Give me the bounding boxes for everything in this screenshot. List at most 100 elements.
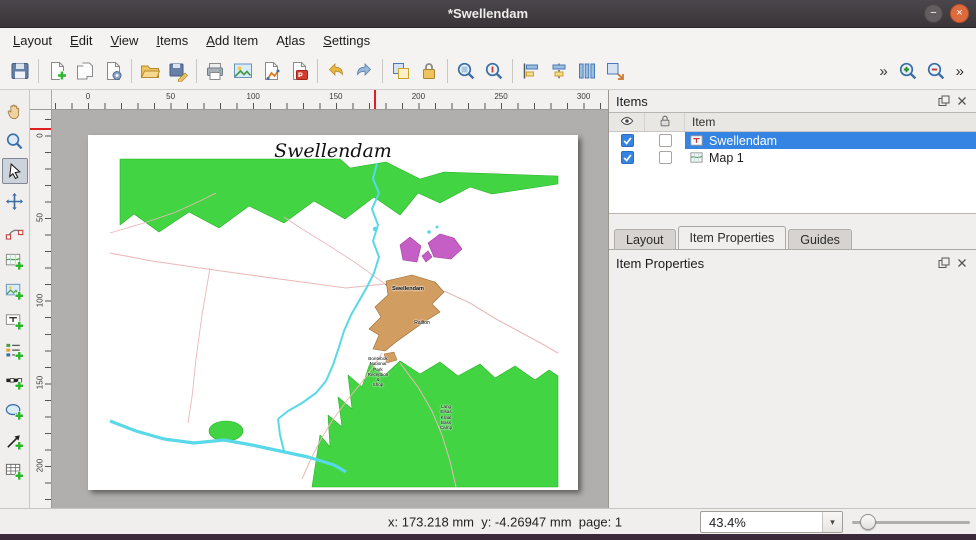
toolbar-new-layout-button[interactable] bbox=[43, 57, 71, 85]
items-panel-title: Items bbox=[616, 94, 648, 109]
toolbar-export-image-button[interactable] bbox=[229, 57, 257, 85]
layout-viewport[interactable]: Swellendam SwellendamRailtonBontebok Nat… bbox=[52, 110, 608, 508]
items-tree-header: Item bbox=[609, 113, 976, 132]
toolbar-layout-manager-button[interactable] bbox=[99, 57, 127, 85]
toolbar-lock-items-button[interactable] bbox=[415, 57, 443, 85]
toolbar-resize-button[interactable] bbox=[601, 57, 629, 85]
lock-checkbox[interactable] bbox=[659, 134, 672, 147]
toolbar-overflow-chevron-2[interactable]: » bbox=[950, 63, 970, 80]
canvas-area: 050100150200250300 050100150200 bbox=[30, 90, 608, 508]
zoom-slider[interactable] bbox=[852, 509, 970, 535]
menu-layout[interactable]: Layout bbox=[4, 30, 61, 51]
items-panel-buttons bbox=[938, 95, 969, 108]
toolbar-align-left-button[interactable] bbox=[517, 57, 545, 85]
close-panel-icon[interactable] bbox=[956, 257, 969, 270]
ruler-number: 200 bbox=[36, 455, 45, 475]
toolbar-separator bbox=[196, 59, 197, 83]
toolbar-export-svg-button[interactable] bbox=[257, 57, 285, 85]
tool-add-map[interactable] bbox=[2, 248, 28, 274]
tool-pan-tool[interactable] bbox=[2, 98, 28, 124]
items-tree-row[interactable]: Map 1 bbox=[609, 149, 976, 166]
menu-settings[interactable]: Settings bbox=[314, 30, 379, 51]
ruler-number: 50 bbox=[166, 92, 175, 101]
combo-dropdown-arrow[interactable]: ▾ bbox=[822, 512, 842, 532]
tool-add-table[interactable] bbox=[2, 458, 28, 484]
toolbar-separator bbox=[38, 59, 39, 83]
tool-zoom-tool[interactable] bbox=[2, 128, 28, 154]
label-item-icon bbox=[689, 133, 704, 148]
window-edge bbox=[0, 534, 976, 540]
item-name-cell[interactable]: Swellendam bbox=[685, 132, 976, 149]
dock-tabs: LayoutItem PropertiesGuides bbox=[609, 226, 976, 250]
menu-add-item[interactable]: Add Item bbox=[197, 30, 267, 51]
toolbar-zoom-out-button[interactable] bbox=[922, 57, 950, 85]
toolbar-separator bbox=[447, 59, 448, 83]
toolbar-open-template-button[interactable] bbox=[136, 57, 164, 85]
toolbar-save-template-button[interactable] bbox=[164, 57, 192, 85]
window-title: *Swellendam bbox=[448, 6, 528, 21]
titlebar[interactable]: *Swellendam −× bbox=[0, 0, 976, 28]
items-tree-rows: Swellendam Map 1 bbox=[609, 132, 976, 166]
item-properties-title: Item Properties bbox=[616, 256, 704, 271]
eye-icon bbox=[620, 114, 634, 131]
toolbar-separator bbox=[317, 59, 318, 83]
layout-page[interactable]: Swellendam SwellendamRailtonBontebok Nat… bbox=[88, 135, 578, 490]
toolbar-undo-button[interactable] bbox=[322, 57, 350, 85]
menu-items[interactable]: Items bbox=[147, 30, 197, 51]
items-tree-row[interactable]: Swellendam bbox=[609, 132, 976, 149]
toolbar-print-button[interactable] bbox=[201, 57, 229, 85]
map-title-label[interactable]: Swellendam bbox=[88, 140, 578, 162]
toolbar-group-items-button[interactable] bbox=[387, 57, 415, 85]
undock-panel-icon[interactable] bbox=[938, 257, 951, 270]
toolbar-zoom-full-button[interactable] bbox=[452, 57, 480, 85]
tab-layout[interactable]: Layout bbox=[614, 229, 676, 250]
tool-add-shape[interactable] bbox=[2, 398, 28, 424]
menu-edit[interactable]: Edit bbox=[61, 30, 101, 51]
slider-handle[interactable] bbox=[860, 514, 876, 530]
map-item[interactable] bbox=[88, 135, 578, 490]
tab-item-properties[interactable]: Item Properties bbox=[678, 226, 787, 250]
lock-checkbox[interactable] bbox=[659, 151, 672, 164]
zoom-level-input[interactable] bbox=[701, 512, 822, 532]
horizontal-ruler: 050100150200250300 bbox=[52, 90, 608, 110]
tool-add-legend[interactable] bbox=[2, 338, 28, 364]
menubar: LayoutEditViewItemsAdd ItemAtlasSettings bbox=[0, 28, 976, 53]
visibility-checkbox[interactable] bbox=[621, 134, 634, 147]
tool-add-picture[interactable] bbox=[2, 278, 28, 304]
tab-guides[interactable]: Guides bbox=[788, 229, 852, 250]
menu-atlas[interactable]: Atlas bbox=[267, 30, 314, 51]
toolbar-distribute-button[interactable] bbox=[573, 57, 601, 85]
toolbar-duplicate-layout-button[interactable] bbox=[71, 57, 99, 85]
tool-add-arrow[interactable] bbox=[2, 428, 28, 454]
item-properties-content bbox=[609, 276, 976, 508]
toolbar-zoom-actual-button[interactable] bbox=[480, 57, 508, 85]
lock-column bbox=[645, 113, 685, 131]
tool-add-label[interactable] bbox=[2, 308, 28, 334]
ruler-number: 100 bbox=[247, 92, 260, 101]
pond bbox=[373, 227, 377, 231]
field-ellipse bbox=[209, 421, 243, 441]
toolbar-align-center-button[interactable] bbox=[545, 57, 573, 85]
tool-edit-nodes-tool[interactable] bbox=[2, 218, 28, 244]
vertical-ruler: 050100150200 bbox=[30, 110, 52, 508]
close-panel-icon[interactable] bbox=[956, 95, 969, 108]
lock-icon bbox=[658, 114, 672, 131]
item-name-cell[interactable]: Map 1 bbox=[685, 149, 976, 166]
toolbar-export-pdf-button[interactable] bbox=[285, 57, 313, 85]
tool-move-item-content-tool[interactable] bbox=[2, 188, 28, 214]
item-name: Map 1 bbox=[709, 151, 744, 165]
menu-view[interactable]: View bbox=[101, 30, 147, 51]
toolbar-overflow-chevron[interactable]: » bbox=[873, 63, 893, 80]
statusbar: x: 173.218 mm y: -4.26947 mm page: 1 ▾ bbox=[0, 508, 976, 534]
zoom-level-combo: ▾ bbox=[700, 511, 843, 533]
undock-panel-icon[interactable] bbox=[938, 95, 951, 108]
window-controls: −× bbox=[924, 4, 969, 23]
tool-add-scalebar[interactable] bbox=[2, 368, 28, 394]
toolbar-save-project-button[interactable] bbox=[6, 57, 34, 85]
close-button[interactable]: × bbox=[950, 4, 969, 23]
toolbar-zoom-in-button[interactable] bbox=[894, 57, 922, 85]
visibility-checkbox[interactable] bbox=[621, 151, 634, 164]
minimize-button[interactable]: − bbox=[924, 4, 943, 23]
tool-select-move-item-tool[interactable] bbox=[2, 158, 28, 184]
toolbar-redo-button[interactable] bbox=[350, 57, 378, 85]
